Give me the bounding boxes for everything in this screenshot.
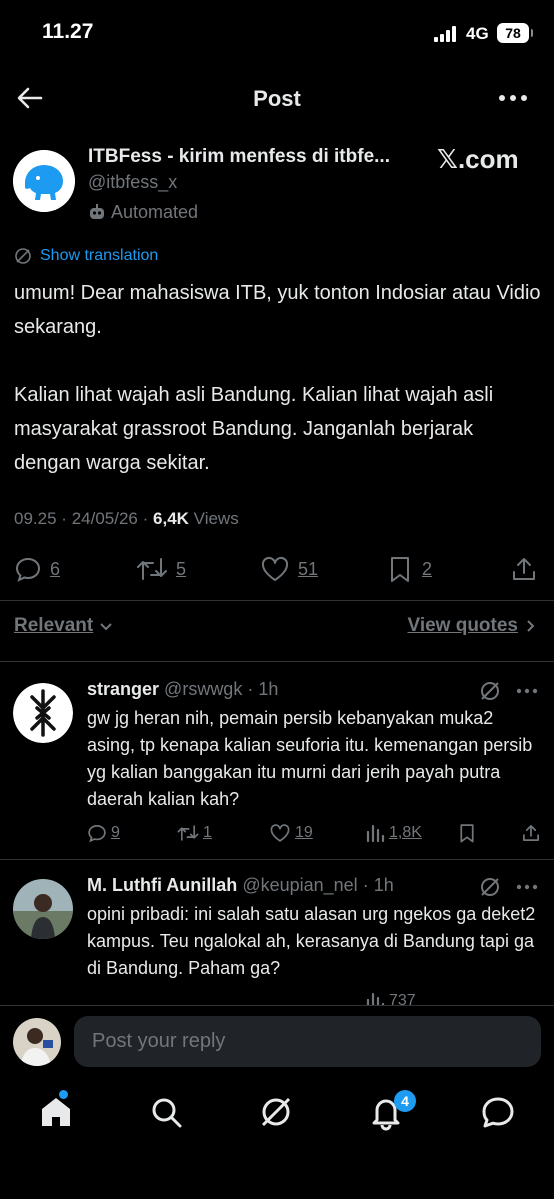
bookmark-count: 2 bbox=[422, 558, 433, 579]
share-icon bbox=[513, 558, 535, 580]
reply-like-count: 19 bbox=[295, 824, 313, 841]
top-navigation: Post bbox=[0, 74, 554, 122]
bottom-tab-bar bbox=[0, 1080, 554, 1146]
network-type: 4G bbox=[466, 24, 489, 43]
messages-icon[interactable] bbox=[478, 1092, 518, 1132]
reply-reply-count: 9 bbox=[111, 824, 120, 841]
author-avatar[interactable] bbox=[13, 150, 75, 212]
post-meta: 09.25 · 24/05/26 · 6,4K Views bbox=[14, 509, 239, 529]
reply-item[interactable]: M. Luthfi Aunillah @keupian_nel · 1h opi… bbox=[0, 875, 554, 1011]
grok-icon[interactable] bbox=[478, 875, 502, 899]
heart-icon bbox=[261, 556, 289, 581]
reply-count: 6 bbox=[50, 558, 61, 579]
views-label: Views bbox=[193, 509, 239, 528]
bookmark-icon bbox=[391, 557, 409, 582]
sort-dropdown[interactable]: Relevant bbox=[14, 615, 115, 637]
meta-separator: · bbox=[61, 509, 67, 528]
reply-bookmark-button[interactable] bbox=[457, 821, 477, 845]
divider bbox=[0, 859, 554, 860]
view-quotes-label: View quotes bbox=[407, 615, 518, 636]
reply-like-button[interactable]: 19 bbox=[269, 821, 313, 845]
profile-photo-icon bbox=[13, 1018, 61, 1066]
grok-icon[interactable] bbox=[478, 679, 502, 703]
reply-author-name[interactable]: M. Luthfi Aunillah bbox=[87, 875, 237, 895]
author-name[interactable]: ITBFess - kirim menfess di itbfe... bbox=[88, 146, 428, 168]
reply-author-name[interactable]: stranger bbox=[87, 679, 159, 699]
reply-input[interactable] bbox=[74, 1016, 541, 1067]
reply-reply-button[interactable]: 9 bbox=[87, 821, 120, 845]
author-handle[interactable]: @itbfess_x bbox=[88, 172, 177, 193]
reply-avatar[interactable] bbox=[13, 683, 73, 743]
sort-label: Relevant bbox=[14, 615, 94, 636]
share-button[interactable] bbox=[510, 554, 538, 584]
bookmark-icon bbox=[460, 824, 474, 843]
robot-icon bbox=[90, 204, 104, 219]
reply-icon bbox=[88, 824, 106, 843]
show-translation-button[interactable]: Show translation bbox=[14, 247, 158, 265]
photo-avatar-icon bbox=[13, 879, 73, 939]
repost-icon bbox=[177, 825, 199, 841]
reply-time: · 1h bbox=[362, 875, 394, 895]
analytics-icon bbox=[366, 824, 385, 843]
reply-button[interactable]: 6 bbox=[14, 554, 60, 584]
repost-icon bbox=[137, 558, 167, 580]
notification-badge: 4 bbox=[394, 1090, 416, 1112]
reply-views-button[interactable]: 1,8K bbox=[365, 821, 422, 845]
status-bar: 11.27 4G 78 bbox=[0, 0, 554, 64]
show-translation-label: Show translation bbox=[40, 247, 159, 264]
reply-repost-count: 1 bbox=[203, 824, 212, 841]
reply-icon bbox=[15, 557, 41, 582]
post-paragraph: Kalian lihat wajah asli Bandung. Kalian … bbox=[14, 384, 494, 474]
more-options-icon[interactable] bbox=[496, 82, 530, 114]
battery-icon: 78 bbox=[497, 23, 533, 43]
chevron-down-icon bbox=[100, 623, 112, 631]
post-paragraph: umum! Dear mahasiswa ITB, yuk tonton Ind… bbox=[14, 282, 541, 338]
status-time: 11.27 bbox=[42, 20, 94, 43]
post-date: 24/05/26 bbox=[71, 509, 138, 528]
post-text: umum! Dear mahasiswa ITB, yuk tonton Ind… bbox=[14, 276, 544, 480]
meta-separator: · bbox=[142, 509, 149, 528]
post-actions: 6 5 51 2 bbox=[0, 554, 554, 584]
cellular-signal-icon bbox=[434, 26, 460, 42]
reply-author-handle[interactable]: @keupian_nel bbox=[242, 875, 357, 895]
grok-icon[interactable] bbox=[256, 1092, 296, 1132]
rune-logo-icon bbox=[13, 683, 73, 743]
home-icon[interactable] bbox=[36, 1092, 76, 1132]
reply-item[interactable]: stranger @rswwgk · 1h gw jg heran nih, p… bbox=[0, 679, 554, 849]
bookmark-button[interactable]: 2 bbox=[386, 554, 432, 584]
search-icon[interactable] bbox=[146, 1092, 186, 1132]
divider bbox=[0, 1005, 554, 1006]
views-count: 6,4K bbox=[153, 509, 189, 528]
heart-icon bbox=[270, 824, 290, 842]
post-time: 09.25 bbox=[14, 509, 57, 528]
reply-text: gw jg heran nih, pemain persib kebanyaka… bbox=[87, 708, 533, 809]
new-posts-indicator bbox=[59, 1090, 68, 1099]
repost-count: 5 bbox=[176, 558, 187, 579]
translate-icon bbox=[15, 248, 31, 264]
reply-share-button[interactable] bbox=[521, 821, 541, 845]
reply-avatar[interactable] bbox=[13, 879, 73, 939]
reply-views-count: 1,8K bbox=[389, 824, 422, 841]
repost-button[interactable]: 5 bbox=[136, 554, 186, 584]
reply-time: · 1h bbox=[247, 679, 279, 699]
like-button[interactable]: 51 bbox=[260, 554, 318, 584]
like-count: 51 bbox=[298, 558, 319, 579]
brand-label: 𝕏.com bbox=[437, 144, 519, 174]
elephant-logo-icon bbox=[13, 150, 75, 212]
reply-more-icon[interactable] bbox=[514, 875, 540, 899]
current-user-avatar[interactable] bbox=[13, 1018, 61, 1066]
automated-label: Automated bbox=[111, 201, 199, 222]
reply-repost-button[interactable]: 1 bbox=[177, 821, 212, 845]
automated-badge[interactable]: Automated bbox=[88, 201, 198, 223]
reply-actions: 9 1 19 1,8K bbox=[87, 821, 542, 845]
reply-text: opini pribadi: ini salah satu alasan urg… bbox=[87, 904, 536, 978]
divider bbox=[0, 600, 554, 601]
divider bbox=[0, 661, 554, 662]
chevron-right-icon bbox=[527, 620, 535, 632]
reply-author-handle[interactable]: @rswwgk bbox=[164, 679, 242, 699]
view-quotes-link[interactable]: View quotes bbox=[407, 615, 538, 637]
page-title: Post bbox=[253, 86, 301, 111]
reply-more-icon[interactable] bbox=[514, 679, 540, 703]
share-icon bbox=[523, 825, 539, 841]
